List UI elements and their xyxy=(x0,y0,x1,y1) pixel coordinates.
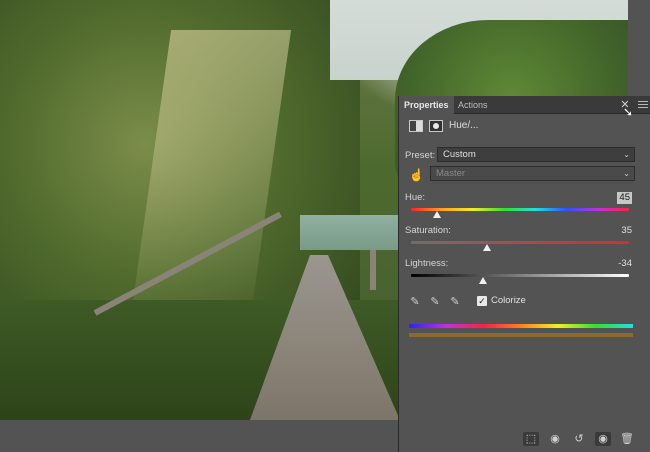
panel-tab-bar: Properties Actions ✕ ➘ xyxy=(399,96,650,118)
tab-properties[interactable]: Properties xyxy=(399,96,454,114)
chevron-down-icon: ⌄ xyxy=(623,150,630,159)
channel-value: Master xyxy=(436,168,466,179)
colorize-label: Colorize xyxy=(491,295,526,306)
mouse-cursor-icon: ➘ xyxy=(623,105,634,119)
lightness-value-field[interactable]: -34 xyxy=(618,258,632,270)
eyedropper-plus-icon[interactable]: ✎ xyxy=(429,296,441,308)
input-color-spectrum-bar xyxy=(409,324,633,328)
panel-menu-icon[interactable] xyxy=(637,99,649,111)
visibility-eye-icon[interactable]: ◉ xyxy=(595,432,611,446)
hue-label: Hue: xyxy=(405,192,426,203)
saturation-value-field[interactable]: 35 xyxy=(621,225,632,237)
tab-actions[interactable]: Actions xyxy=(453,96,493,114)
saturation-slider-thumb[interactable] xyxy=(483,244,492,251)
photoshop-workspace: Properties Actions ✕ ➘ Hue/... Preset: C… xyxy=(0,0,650,452)
saturation-slider-track[interactable] xyxy=(411,241,629,244)
photo-lake xyxy=(300,215,400,250)
lightness-slider-thumb[interactable] xyxy=(478,277,487,284)
channel-select[interactable]: Master ⌄ xyxy=(430,166,635,181)
properties-panel: Properties Actions ✕ ➘ Hue/... Preset: C… xyxy=(398,96,650,452)
preset-label: Preset: xyxy=(405,150,436,161)
clip-to-layer-icon[interactable]: ⬚ xyxy=(523,432,539,446)
reset-icon[interactable]: ↺ xyxy=(571,432,587,446)
hue-value-field[interactable]: 45 xyxy=(617,192,632,204)
view-previous-state-icon[interactable]: ◉ xyxy=(547,432,563,446)
colorize-checkbox[interactable]: ✓ xyxy=(477,296,487,306)
panel-bottom-toolbar: ⬚ ◉ ↺ ◉ 🗑 xyxy=(399,426,650,452)
chevron-down-icon: ⌄ xyxy=(623,169,630,178)
saturation-label: Saturation: xyxy=(405,225,451,236)
eyedropper-icon[interactable]: ✎ xyxy=(409,296,421,308)
preset-value: Custom xyxy=(443,149,476,160)
photo-railing-right xyxy=(370,250,376,290)
lightness-label: Lightness: xyxy=(405,258,449,269)
output-color-result-bar xyxy=(409,333,633,337)
adjustment-title: Hue/... xyxy=(449,120,479,131)
preset-select[interactable]: Custom ⌄ xyxy=(437,147,635,162)
hue-slider-thumb[interactable] xyxy=(433,211,442,218)
eyedropper-minus-icon[interactable]: ✎ xyxy=(449,296,461,308)
targeted-adjustment-hand-icon[interactable]: ☝ xyxy=(409,168,424,182)
hue-slider-track[interactable] xyxy=(411,208,629,211)
hue-saturation-adjustment-icon[interactable] xyxy=(409,120,423,132)
lightness-slider-track[interactable] xyxy=(411,274,629,277)
trash-icon[interactable]: 🗑 xyxy=(619,432,635,446)
layer-mask-icon[interactable] xyxy=(429,120,443,132)
